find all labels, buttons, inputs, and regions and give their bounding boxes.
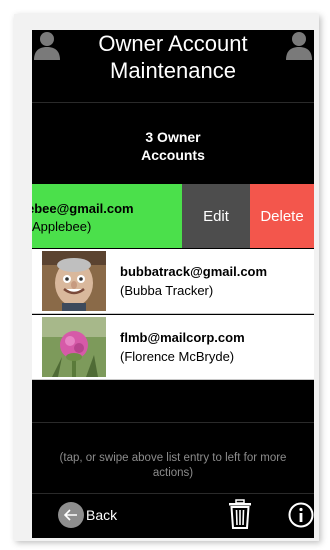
account-name: (Bubba Tracker) [120,283,214,298]
account-text: bubbatrack@gmail.com (Bubba Tracker) [120,262,267,300]
account-email: flmb@mailcorp.com [120,330,245,345]
account-email: bubbatrack@gmail.com [120,264,268,279]
back-arrow-icon [58,502,84,528]
hint-text: (tap, or swipe above list entry to left … [59,452,287,479]
list-bottom-divider [32,422,314,423]
header-divider [32,102,314,103]
delete-button[interactable]: Delete [250,184,314,248]
app-screen: Owner Account Maintenance 3 Owner Accoun… [32,30,314,538]
account-row-swiped[interactable]: ebee@gmail.com Applebee) Edit Delete [32,184,314,248]
thistle-photo [42,317,106,377]
account-email: ebee@gmail.com [32,201,134,216]
account-name: (Florence McBryde) [120,349,235,364]
bubba-photo [42,251,106,311]
trash-icon[interactable] [228,499,252,529]
info-icon[interactable] [288,502,314,528]
edit-button[interactable]: Edit [182,184,250,248]
back-label: Back [86,507,118,523]
account-name: Applebee) [32,219,92,234]
account-row[interactable]: flmb@mailcorp.com (Florence McBryde) [32,315,314,380]
account-row[interactable]: bubbatrack@gmail.com (Bubba Tracker) [32,249,314,314]
account-text: flmb@mailcorp.com (Florence McBryde) [120,328,245,366]
footer-toolbar: Back [32,494,314,538]
person-icon[interactable] [32,30,62,60]
account-count-label: 3 Owner Accounts [141,129,205,163]
back-button[interactable]: Back [58,500,117,530]
page-title: Owner Account Maintenance [98,31,248,83]
account-row-content[interactable]: ebee@gmail.com Applebee) [32,184,182,248]
header: Owner Account Maintenance [32,30,314,102]
account-text: ebee@gmail.com Applebee) [32,200,134,236]
person-icon[interactable] [284,30,314,60]
